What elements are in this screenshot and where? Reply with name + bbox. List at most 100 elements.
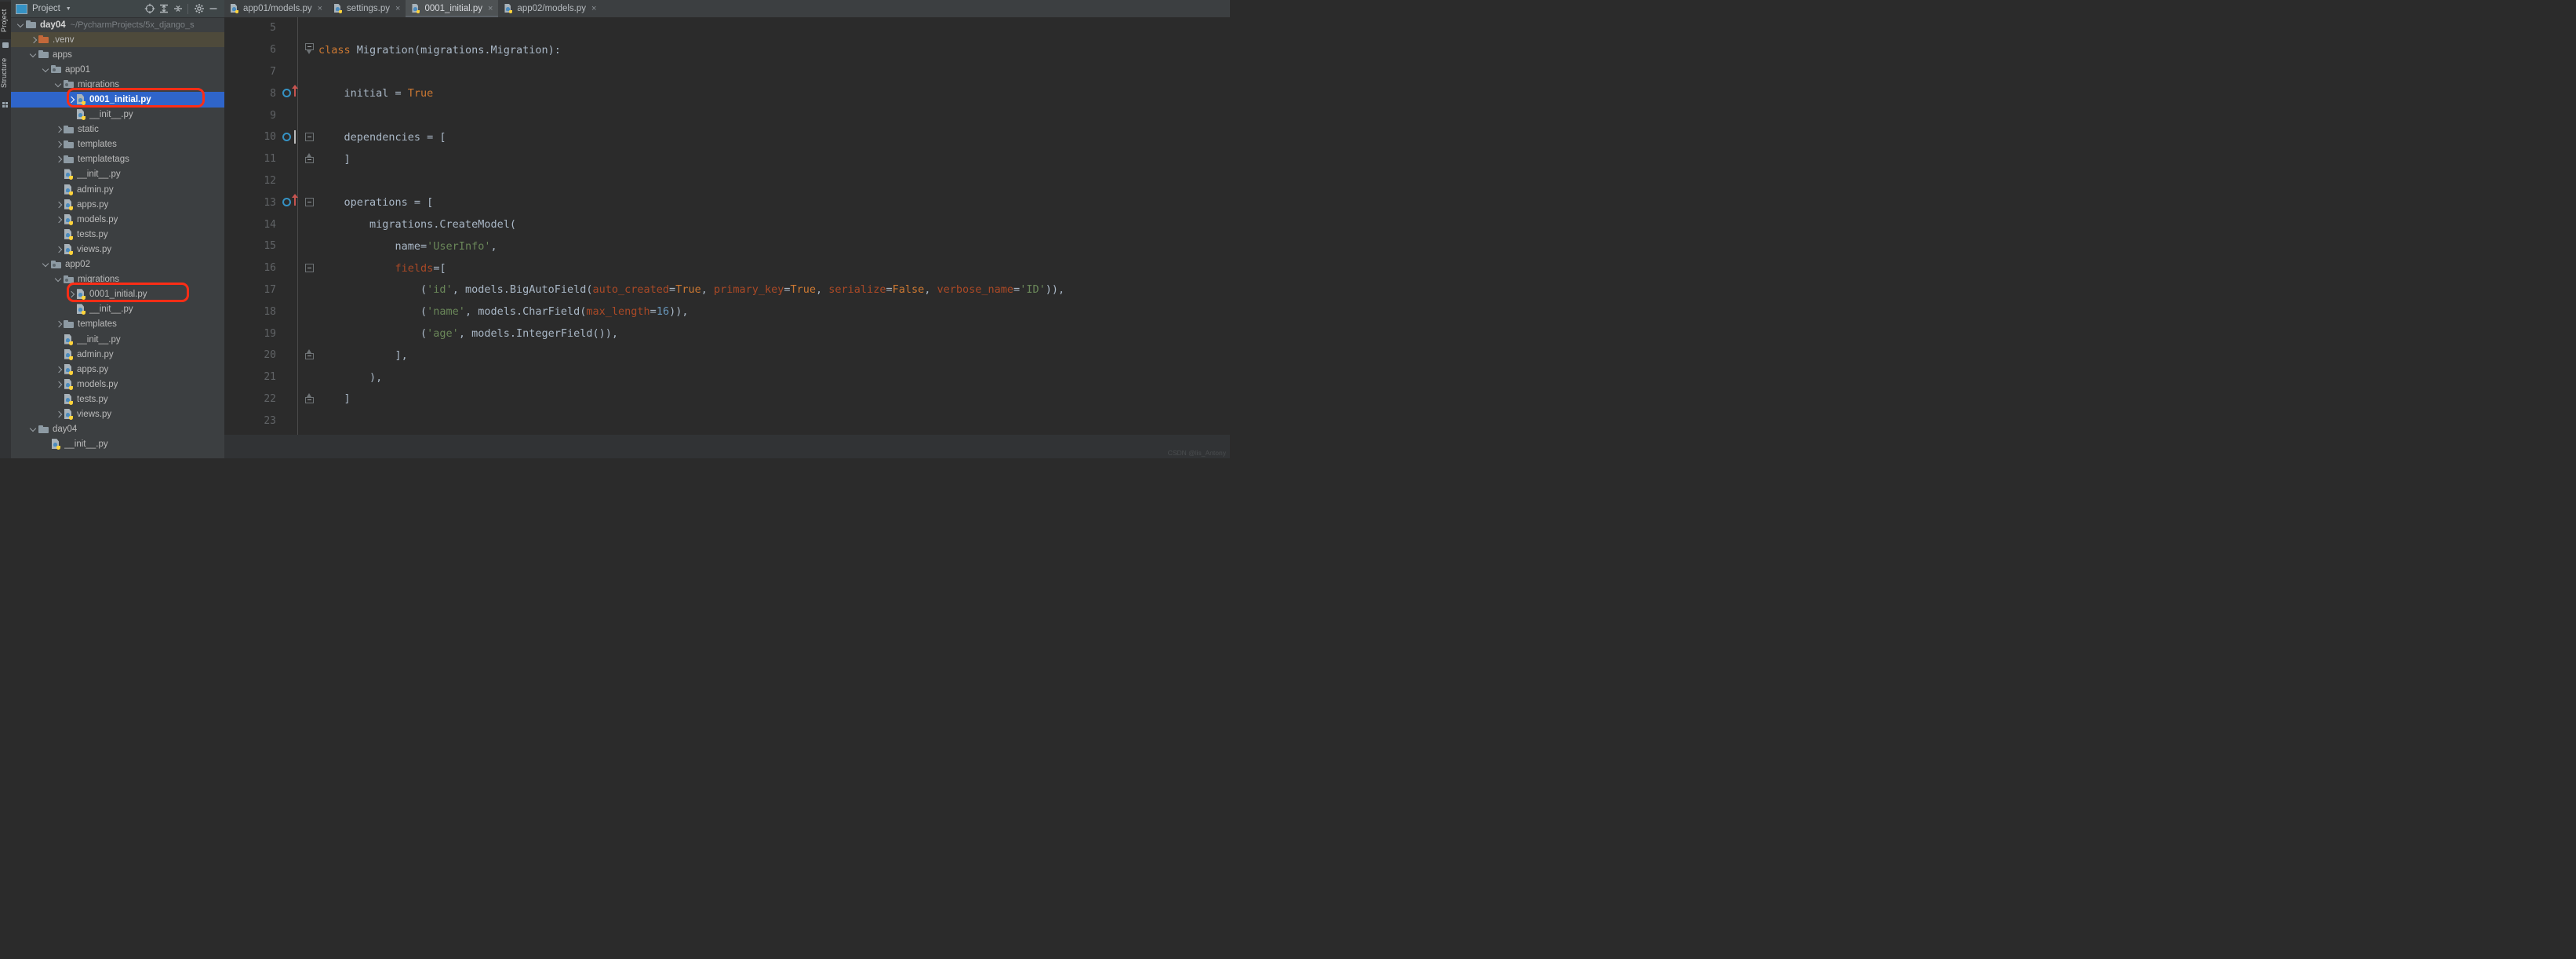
tree-row[interactable]: models.py <box>11 377 224 392</box>
tree-row[interactable]: .venv <box>11 32 224 48</box>
chevron-right-icon[interactable] <box>55 216 63 224</box>
code-line[interactable]: 18 ('name', models.CharField(max_length=… <box>224 301 1230 323</box>
fold-gutter[interactable] <box>301 279 318 301</box>
gutter-marks[interactable] <box>279 323 301 345</box>
caret-down-icon[interactable]: ▼ <box>66 6 71 12</box>
minimize-icon[interactable] <box>206 2 220 16</box>
chevron-right-icon[interactable] <box>55 155 63 163</box>
gutter-marks[interactable] <box>279 61 301 83</box>
tree-row[interactable]: __init__.py <box>11 332 224 347</box>
fold-gutter[interactable] <box>301 39 318 61</box>
code-line[interactable]: 14 migrations.CreateModel( <box>224 213 1230 235</box>
chevron-down-icon[interactable] <box>55 81 63 89</box>
editor-tab[interactable]: settings.py × <box>328 0 406 17</box>
code-line[interactable]: 22 ] <box>224 388 1230 410</box>
fold-gutter[interactable] <box>301 170 318 192</box>
gutter-marks[interactable] <box>279 213 301 235</box>
expand-all-icon[interactable] <box>157 2 170 16</box>
chevron-down-icon[interactable] <box>42 261 50 268</box>
fold-gutter[interactable] <box>301 17 318 39</box>
tree-row[interactable]: tests.py <box>11 227 224 242</box>
chevron-right-icon[interactable] <box>55 140 63 148</box>
fold-gutter[interactable] <box>301 82 318 104</box>
fold-gutter[interactable] <box>301 104 318 126</box>
chevron-down-icon[interactable] <box>42 66 50 74</box>
fold-end-icon[interactable] <box>305 392 314 403</box>
fold-gutter[interactable] <box>301 148 318 170</box>
fold-gutter[interactable] <box>301 213 318 235</box>
tree-row[interactable]: static <box>11 122 224 137</box>
fold-collapse-icon[interactable] <box>305 198 314 207</box>
chevron-right-icon[interactable] <box>67 290 75 298</box>
tree-row[interactable]: admin.py <box>11 182 224 197</box>
tree-row[interactable]: apps <box>11 47 224 62</box>
fold-gutter[interactable] <box>301 257 318 279</box>
gutter-marks[interactable] <box>279 410 301 432</box>
code-line[interactable]: 6 class Migration(migrations.Migration): <box>224 39 1230 61</box>
run-gutter-icon[interactable] <box>282 132 291 141</box>
code-line[interactable]: 23 <box>224 410 1230 432</box>
close-icon[interactable]: × <box>488 4 493 13</box>
chevron-right-icon[interactable] <box>30 36 38 44</box>
gutter-marks[interactable] <box>279 388 301 410</box>
tree-row[interactable]: 0001_initial.py <box>11 287 224 302</box>
tree-row[interactable]: day04 ~/PycharmProjects/5x_django_s <box>11 17 224 32</box>
tool-window-tab-project[interactable]: Project <box>0 2 11 39</box>
editor-tab[interactable]: 0001_initial.py × <box>406 0 499 17</box>
close-icon[interactable]: × <box>395 4 400 13</box>
editor-tab[interactable]: app01/models.py × <box>224 0 328 17</box>
fold-end-icon[interactable] <box>305 348 314 359</box>
gutter-marks[interactable] <box>279 366 301 388</box>
chevron-right-icon[interactable] <box>55 201 63 209</box>
tree-row[interactable]: app01 <box>11 62 224 77</box>
tree-row[interactable]: apps.py <box>11 362 224 377</box>
fold-gutter[interactable] <box>301 235 318 257</box>
chevron-right-icon[interactable] <box>55 366 63 374</box>
code-line[interactable]: 19 ('age', models.IntegerField()), <box>224 323 1230 345</box>
fold-collapse-icon[interactable] <box>305 263 314 272</box>
run-gutter-icon[interactable] <box>282 89 291 98</box>
project-file-tree[interactable]: day04 ~/PycharmProjects/5x_django_s .venv a… <box>11 17 224 458</box>
chevron-right-icon[interactable] <box>55 381 63 388</box>
tree-row[interactable]: migrations <box>11 272 224 287</box>
code-line[interactable]: 15 name='UserInfo', <box>224 235 1230 257</box>
code-line[interactable]: 7 <box>224 61 1230 83</box>
tree-row[interactable]: migrations <box>11 77 224 92</box>
code-line[interactable]: 11 ] <box>224 148 1230 170</box>
code-line[interactable]: 13 operations = [ <box>224 191 1230 213</box>
fold-end-icon[interactable] <box>305 152 314 163</box>
tree-row[interactable]: 0001_initial.py <box>11 92 224 108</box>
fold-gutter[interactable] <box>301 323 318 345</box>
code-line[interactable]: 8 initial = True <box>224 82 1230 104</box>
gutter-marks[interactable] <box>279 279 301 301</box>
chevron-down-icon[interactable] <box>30 425 38 433</box>
gutter-marks[interactable] <box>279 235 301 257</box>
tree-row[interactable]: views.py <box>11 407 224 421</box>
gutter-marks[interactable] <box>279 104 301 126</box>
tree-row[interactable]: templatetags <box>11 152 224 167</box>
code-line[interactable]: 20 ], <box>224 345 1230 366</box>
fold-gutter[interactable] <box>301 191 318 213</box>
fold-gutter[interactable] <box>301 345 318 366</box>
code-line[interactable]: 16 fields=[ <box>224 257 1230 279</box>
gutter-marks[interactable] <box>279 126 301 148</box>
close-icon[interactable]: × <box>318 4 322 13</box>
tree-row[interactable]: tests.py <box>11 392 224 407</box>
gutter-marks[interactable] <box>279 82 301 104</box>
tree-row[interactable]: apps.py <box>11 197 224 212</box>
tree-row[interactable]: __init__.py <box>11 302 224 317</box>
chevron-right-icon[interactable] <box>67 96 75 104</box>
code-line[interactable]: 21 ), <box>224 366 1230 388</box>
fold-gutter[interactable] <box>301 301 318 323</box>
gutter-marks[interactable] <box>279 148 301 170</box>
chevron-down-icon[interactable] <box>17 21 25 29</box>
gutter-marks[interactable] <box>279 39 301 61</box>
chevron-right-icon[interactable] <box>55 320 63 328</box>
fold-gutter[interactable] <box>301 126 318 148</box>
fold-collapse-icon[interactable] <box>305 42 314 54</box>
tree-row[interactable]: templates <box>11 137 224 152</box>
gutter-marks[interactable] <box>279 17 301 39</box>
fold-gutter[interactable] <box>301 388 318 410</box>
fold-gutter[interactable] <box>301 366 318 388</box>
code-line[interactable]: 10 dependencies = [ <box>224 126 1230 148</box>
